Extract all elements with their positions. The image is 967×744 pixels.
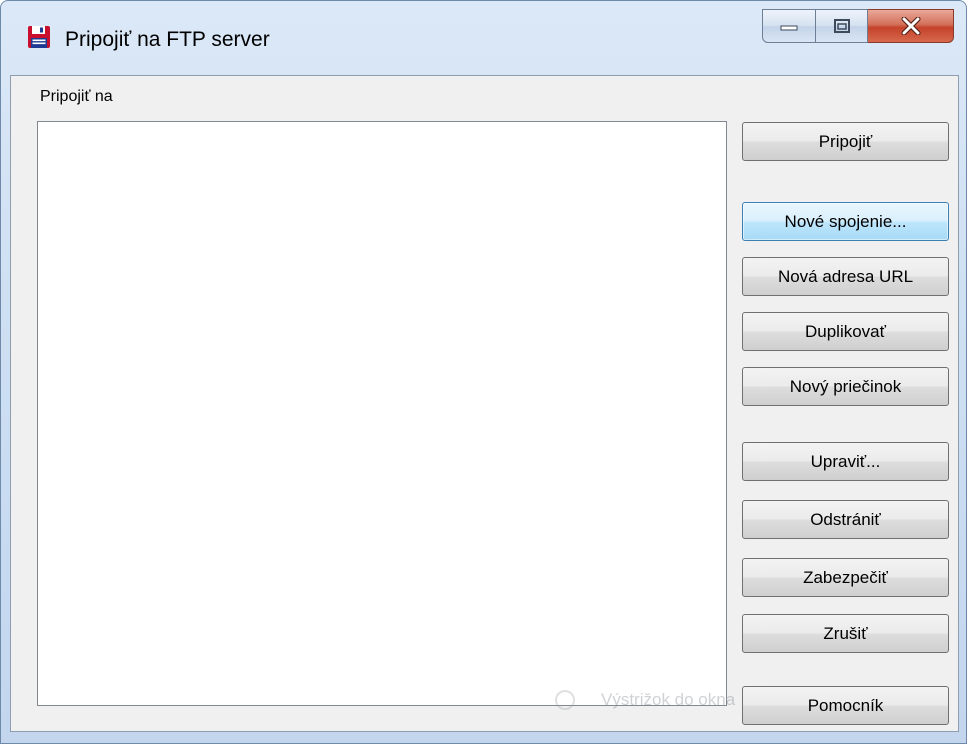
close-icon [901,17,920,35]
new-folder-button[interactable]: Nový priečinok [742,367,949,406]
new-url-button[interactable]: Nová adresa URL [742,257,949,296]
cancel-button[interactable]: Zrušiť [742,614,949,653]
caption-buttons [762,9,954,45]
close-button[interactable] [868,9,954,43]
title-bar[interactable]: Pripojiť na FTP server [1,1,966,71]
dialog-client-area: Pripojiť na Pripojiť Nové spojenie... No… [10,75,959,732]
connect-button[interactable]: Pripojiť [742,122,949,161]
floppy-disk-icon [28,26,50,48]
maximize-button[interactable] [816,9,868,43]
connect-to-label: Pripojiť na [40,88,113,105]
minimize-icon [780,25,798,31]
help-button[interactable]: Pomocník [742,686,949,725]
edit-button[interactable]: Upraviť... [742,442,949,481]
duplicate-button[interactable]: Duplikovať [742,312,949,351]
minimize-button[interactable] [762,9,816,43]
window-title: Pripojiť na FTP server [65,28,270,51]
ftp-connect-window: Pripojiť na FTP server Pripojiť na Pripo… [0,0,967,744]
maximize-icon [833,19,850,33]
new-connection-button[interactable]: Nové spojenie... [742,202,949,241]
connections-list[interactable] [37,121,727,706]
secure-button[interactable]: Zabezpečiť [742,558,949,597]
delete-button[interactable]: Odstrániť [742,500,949,539]
